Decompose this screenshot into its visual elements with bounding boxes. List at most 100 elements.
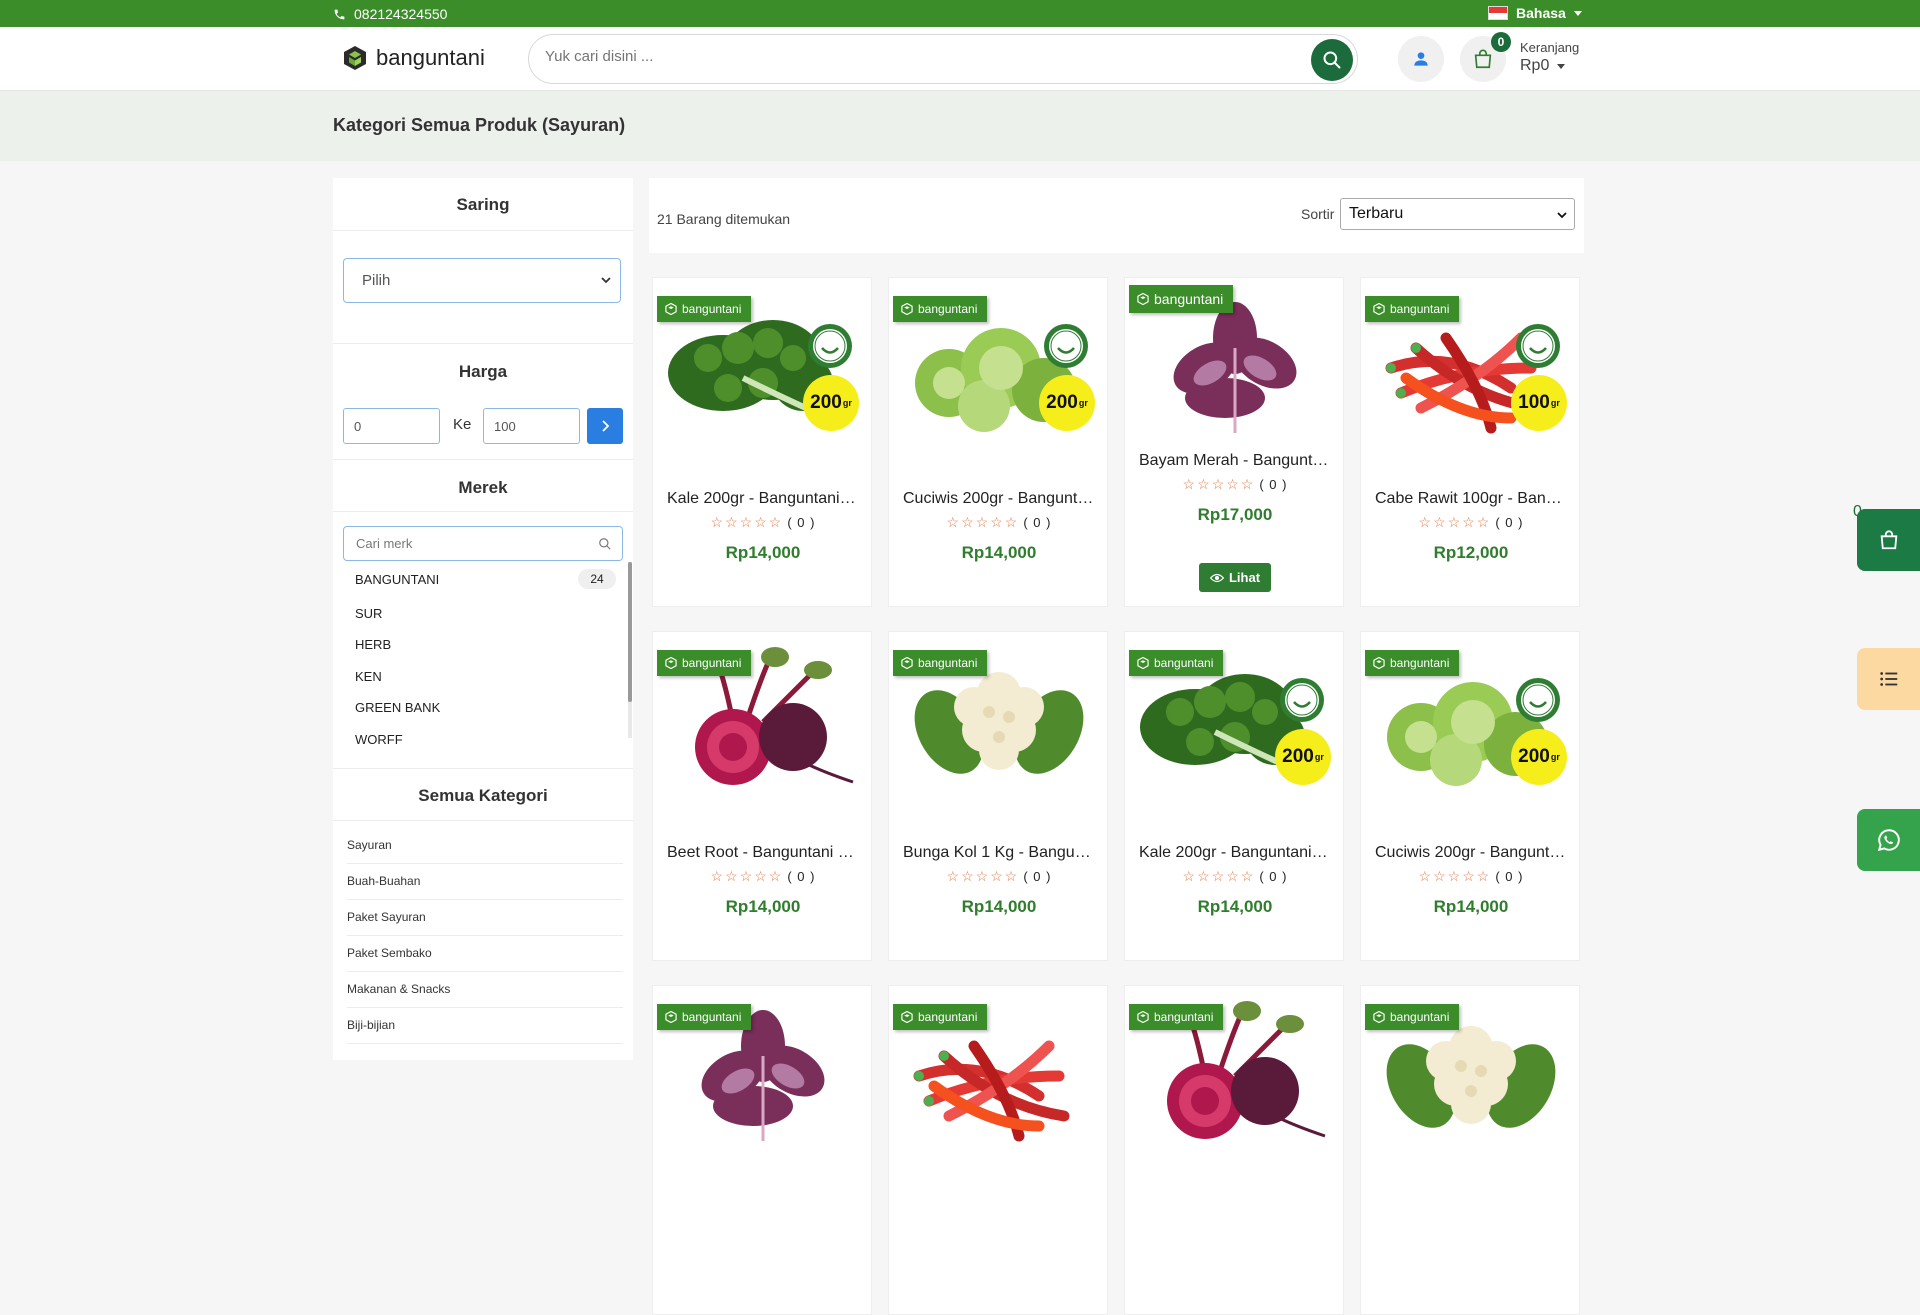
sort-value: Terbaru <box>1349 205 1404 222</box>
brand-item[interactable]: GREEN BANK <box>355 700 440 715</box>
floating-cart-button[interactable] <box>1857 509 1920 571</box>
rating-count: ( 0 ) <box>1023 515 1052 530</box>
product-name[interactable]: Cabe Rawit 100gr - Banguntani Organic <box>1361 490 1581 508</box>
brand-ribbon-text: banguntani <box>918 302 978 316</box>
product-price: Rp14,000 <box>725 543 801 562</box>
product-card[interactable]: banguntani Beet Root - Banguntani Organic… <box>652 631 873 961</box>
product-name[interactable]: Kale 200gr - Banguntani Organic <box>653 490 873 508</box>
product-price: Rp17,000 <box>1197 505 1273 524</box>
cart-summary[interactable]: Keranjang Rp0 <box>1520 40 1579 75</box>
price-min-input[interactable]: 0 <box>343 408 440 444</box>
logo-icon <box>901 657 913 669</box>
rating-stars: ☆☆☆☆☆( 0 ) <box>946 868 1052 884</box>
indonesia-flag-icon <box>1488 6 1508 20</box>
brand-ribbon-text: banguntani <box>918 1010 978 1024</box>
product-card[interactable]: banguntani Bayam Merah - Banguntani ☆☆☆☆☆(… <box>1124 277 1344 607</box>
phone-number: 082124324550 <box>354 6 448 22</box>
organic-seal-icon <box>1516 324 1560 368</box>
shopping-bag-icon <box>1474 49 1492 69</box>
product-card[interactable]: banguntani 200 gr Cuciwis 200gr - Banguntan… <box>1360 631 1581 961</box>
search-button[interactable] <box>1311 39 1353 81</box>
rating-count: ( 0 ) <box>1495 515 1524 530</box>
rating-count: ( 0 ) <box>787 515 816 530</box>
product-card[interactable]: banguntani <box>652 985 872 1315</box>
product-price: Rp14,000 <box>725 897 801 916</box>
category-item[interactable]: Paket Sembako <box>347 936 623 972</box>
brand-list-scroll-thumb[interactable] <box>628 562 632 702</box>
organic-seal-icon <box>1280 678 1324 722</box>
brand-ribbon: banguntani <box>893 650 988 676</box>
search-input[interactable] <box>545 48 1245 65</box>
product-name[interactable]: Bayam Merah - Banguntani <box>1125 452 1345 470</box>
product-name[interactable]: Bunga Kol 1 Kg - Banguntani <box>889 844 1109 862</box>
brand-item[interactable]: KEN <box>355 669 382 684</box>
brand-item[interactable]: HERB <box>355 637 391 652</box>
logo-icon <box>901 1011 913 1023</box>
language-label: Bahasa <box>1516 5 1566 21</box>
search-icon <box>1323 51 1341 69</box>
category-item[interactable]: Makanan & Snacks <box>347 972 623 1008</box>
product-card[interactable]: banguntani Bunga Kol 1 Kg - Banguntani ☆☆☆… <box>888 631 1109 961</box>
weight-badge: 200 gr <box>1275 729 1331 785</box>
brand-ribbon: banguntani <box>1365 1004 1460 1030</box>
logo-icon <box>1137 293 1149 305</box>
product-card[interactable]: banguntani 200 gr Cuciwis 200gr - Banguntan… <box>888 277 1109 607</box>
brand-item[interactable]: SUR <box>355 606 382 621</box>
logo[interactable]: banguntani <box>342 45 485 71</box>
phone-icon <box>334 9 345 19</box>
brand-ribbon: banguntani <box>1129 650 1224 676</box>
top-bar: 082124324550 Bahasa <box>0 0 1920 27</box>
product-name[interactable]: Beet Root - Banguntani Organic <box>653 844 873 862</box>
product-card[interactable]: banguntani 200 gr Kale 200gr - Banguntani O… <box>652 277 873 607</box>
weight-badge: 100 gr <box>1511 375 1567 431</box>
brand-search-input[interactable]: Cari merk <box>343 526 623 561</box>
brand-ribbon: banguntani <box>1365 296 1460 322</box>
brand-ribbon: banguntani <box>657 650 752 676</box>
weight-badge: 200 gr <box>1511 729 1567 785</box>
filter-sidebar: Saring Pilih Harga 0 Ke 100 Merek Cari m… <box>333 178 633 1060</box>
organic-seal-icon <box>1516 678 1560 722</box>
shopping-bag-icon <box>1880 530 1897 550</box>
product-name[interactable]: Cuciwis 200gr - Banguntani Organic <box>889 490 1109 508</box>
price-title: Harga <box>458 362 508 381</box>
language-selector[interactable]: Bahasa <box>1488 5 1582 21</box>
logo-icon <box>665 1011 677 1023</box>
product-card[interactable]: banguntani <box>1360 985 1580 1315</box>
whatsapp-button[interactable] <box>1857 809 1920 871</box>
brand-ribbon-text: banguntani <box>1154 291 1224 307</box>
rating-count: ( 0 ) <box>1023 869 1052 884</box>
caret-down-icon <box>1573 10 1582 16</box>
search-icon <box>599 538 611 550</box>
cart-amount: Rp0 <box>1520 57 1550 74</box>
brand-item[interactable]: WORFF <box>355 732 403 747</box>
brand-ribbon: banguntani <box>1365 650 1460 676</box>
whatsapp-icon <box>1877 829 1900 852</box>
filter-title: Saring <box>456 195 510 214</box>
product-price: Rp14,000 <box>961 543 1037 562</box>
product-card[interactable]: banguntani 100 gr Cabe Rawit 100gr - Bangun… <box>1360 277 1581 607</box>
brand-ribbon-text: banguntani <box>918 656 978 670</box>
product-card[interactable]: banguntani <box>888 985 1108 1315</box>
logo-icon <box>901 303 913 315</box>
category-item[interactable]: Buah-Buahan <box>347 864 623 900</box>
product-name[interactable]: Cuciwis 200gr - Banguntani Organic <box>1361 844 1581 862</box>
brand-ribbon-text: banguntani <box>1390 656 1450 670</box>
category-item[interactable]: Sayuran <box>347 828 623 864</box>
filter-select[interactable]: Pilih <box>343 258 621 303</box>
brand-ribbon-text: banguntani <box>1154 1010 1214 1024</box>
account-button[interactable] <box>1398 36 1444 82</box>
category-item[interactable]: Biji-bijian <box>347 1008 623 1044</box>
category-item[interactable]: Paket Sayuran <box>347 900 623 936</box>
logo-icon <box>665 657 677 669</box>
product-card[interactable]: banguntani <box>1124 985 1344 1315</box>
sort-select[interactable]: Terbaru <box>1340 198 1575 230</box>
product-name[interactable]: Kale 200gr - Banguntani Organic <box>1125 844 1345 862</box>
floating-list-button[interactable] <box>1857 648 1920 710</box>
view-button[interactable]: Lihat <box>1199 563 1271 592</box>
phone-contact[interactable]: 082124324550 <box>333 6 447 22</box>
product-card[interactable]: banguntani 200 gr Kale 200gr - Banguntani O… <box>1124 631 1345 961</box>
price-max-input[interactable]: 100 <box>483 408 580 444</box>
brand-item[interactable]: BANGUNTANI <box>355 572 439 587</box>
price-apply-button[interactable] <box>587 408 623 444</box>
search-bar <box>528 34 1358 84</box>
